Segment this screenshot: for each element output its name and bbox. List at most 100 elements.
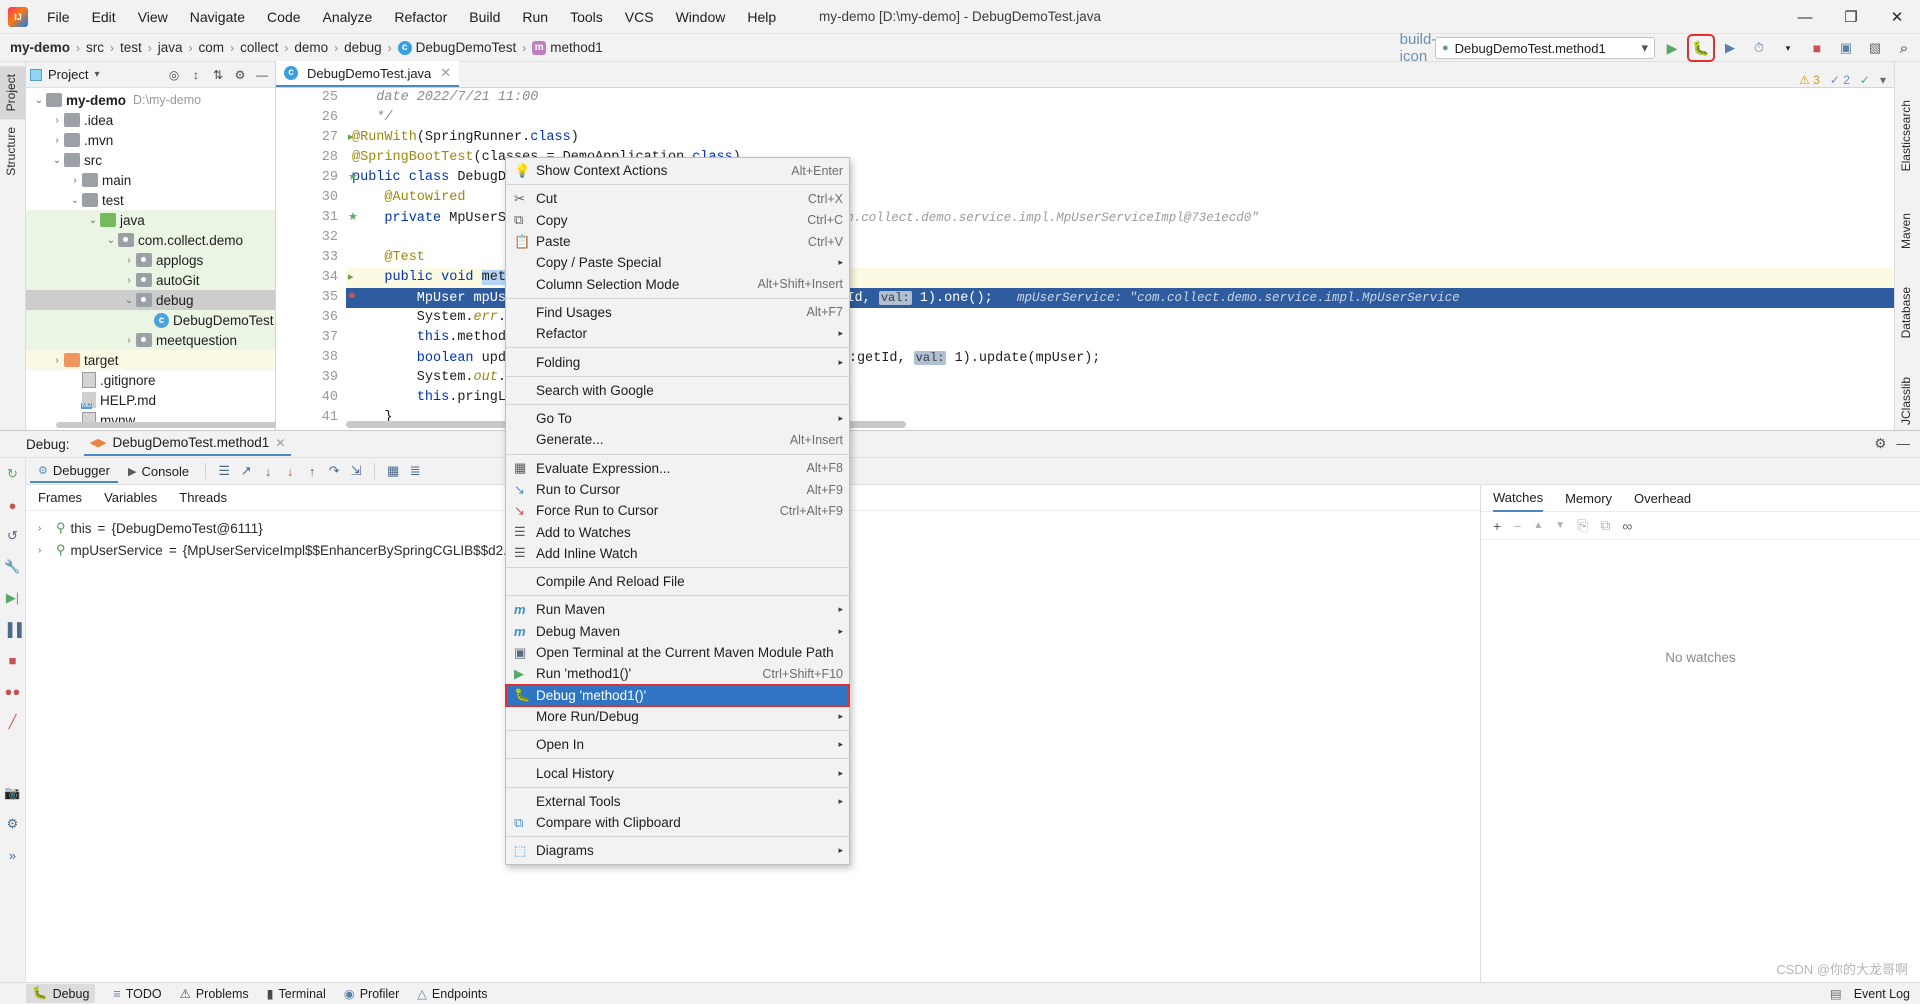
camera-icon[interactable]: 📷	[3, 783, 23, 803]
menu-build[interactable]: Build	[458, 5, 511, 29]
chevron-down-icon[interactable]: ⌄	[32, 95, 46, 106]
tab-frames[interactable]: Frames	[38, 490, 82, 505]
copy-watch-icon[interactable]: ⧉	[1600, 517, 1610, 534]
chevron-down-icon[interactable]: ⌄	[50, 155, 64, 166]
context-menu-item-go-to[interactable]: Go To ▸	[506, 408, 849, 429]
context-menu-item-more-run-debug[interactable]: More Run/Debug ▸	[506, 706, 849, 727]
run-to-cursor-icon[interactable]: ⇲	[346, 461, 366, 481]
tool-window-project[interactable]: Project	[0, 66, 26, 120]
editor-context-menu[interactable]: 💡 Show Context Actions Alt+Enter ✂ Cut Ctrl+X…	[505, 157, 850, 865]
step-into-icon[interactable]: ↓	[258, 461, 278, 481]
status-item-terminal[interactable]: ▮ Terminal	[267, 986, 326, 1002]
status-item-problems[interactable]: ⚠ Problems	[180, 986, 249, 1002]
tree-item--idea[interactable]: › .idea	[26, 110, 275, 130]
context-menu-item-run-method1[interactable]: ▶ Run 'method1()' Ctrl+Shift+F10	[506, 663, 849, 684]
move-up-icon[interactable]: ▲	[1533, 520, 1543, 531]
mute-icon[interactable]: ≣	[405, 461, 425, 481]
chevron-right-icon[interactable]: ›	[38, 523, 50, 534]
tool-window-maven[interactable]: Maven	[1895, 205, 1920, 257]
expand-all-icon[interactable]: ↕	[187, 68, 205, 82]
tree-item-autogit[interactable]: › autoGit	[26, 270, 275, 290]
context-menu-item-compile-and-reload-file[interactable]: Compile And Reload File	[506, 571, 849, 592]
tab-overhead[interactable]: Overhead	[1634, 491, 1691, 506]
annotation-gutter-icon[interactable]: ★	[348, 170, 358, 184]
chevron-down-icon[interactable]: ⌄	[122, 295, 136, 306]
chevron-right-icon[interactable]: ›	[50, 135, 64, 146]
tool-window-elasticsearch[interactable]: Elasticsearch	[1895, 92, 1920, 179]
chevron-right-icon[interactable]: ›	[38, 545, 50, 556]
context-menu-item-run-maven[interactable]: m Run Maven ▸	[506, 599, 849, 620]
build-icon[interactable]: build-icon	[1400, 31, 1437, 65]
tree-item--gitignore[interactable]: .gitignore	[26, 370, 275, 390]
gutter-markers[interactable]: ▸ ★ ★ ▸ ●	[346, 88, 368, 430]
context-menu-item-evaluate-expression[interactable]: ▦ Evaluate Expression... Alt+F8	[506, 458, 849, 479]
hide-icon[interactable]: —	[253, 68, 271, 82]
tree-item-my-demo[interactable]: ⌄ my-demo D:\my-demo	[26, 90, 275, 110]
context-menu-item-search-with-google[interactable]: Search with Google	[506, 380, 849, 401]
status-item-endpoints[interactable]: △ Endpoints	[417, 986, 487, 1002]
tab-threads[interactable]: Threads	[179, 490, 227, 505]
layout-icon[interactable]: ▣	[1834, 36, 1858, 60]
tree-item-help-md[interactable]: HELP.md	[26, 390, 275, 410]
debug-session-tab[interactable]: ◀▶ DebugDemoTest.method1 ✕	[83, 432, 292, 456]
debugger-toolbar[interactable]: ⚙ Debugger ▶ Console ☰ ↗ ↓ ↓ ↑ ↷ ⇲ ▦ ≣	[26, 458, 1920, 485]
context-menu-item-local-history[interactable]: Local History ▸	[506, 762, 849, 783]
chevron-down-icon[interactable]: ▾	[1641, 40, 1648, 56]
tab-console[interactable]: ▶ Console	[120, 461, 197, 482]
watches-toolbar[interactable]: + − ▲ ▼ ⎘ ⧉ ∞	[1481, 512, 1920, 540]
chevron-down-icon[interactable]: ▾	[1880, 73, 1886, 87]
status-item-todo[interactable]: ≡ TODO	[113, 987, 161, 1001]
maximize-button[interactable]: ❐	[1828, 0, 1874, 34]
evaluate-icon[interactable]: ▦	[383, 461, 403, 481]
run-configuration-selector[interactable]: ● DebugDemoTest.method1 ▾	[1435, 37, 1655, 59]
breadcrumb-item-java[interactable]: java	[158, 40, 183, 55]
inspection-ok-icon[interactable]: ✓	[1860, 73, 1870, 87]
debug-side-toolbar[interactable]: ↻ ● ↺ 🔧 ▶| ▐▐ ■ ●● ╱ 📷 ⚙ »	[0, 458, 26, 982]
chevron-down-icon[interactable]: ⌄	[86, 215, 100, 226]
run-button[interactable]: ▶	[1660, 36, 1684, 60]
mute-breakpoints-icon[interactable]: ╱	[3, 712, 23, 732]
expand-icon[interactable]: »	[3, 845, 23, 865]
tree-item-main[interactable]: › main	[26, 170, 275, 190]
context-menu-item-open-terminal-at-the-current-maven-module-path[interactable]: ▣ Open Terminal at the Current Maven Modu…	[506, 642, 849, 663]
breadcrumb-item-my-demo[interactable]: my-demo	[10, 40, 70, 55]
list-icon[interactable]: ☰	[214, 461, 234, 481]
menu-edit[interactable]: Edit	[81, 5, 127, 29]
force-step-into-icon[interactable]: ↓	[280, 461, 300, 481]
context-menu-item-external-tools[interactable]: External Tools ▸	[506, 791, 849, 812]
tool-window-structure[interactable]: Structure	[0, 119, 26, 184]
watches-tab-bar[interactable]: Watches Memory Overhead	[1481, 485, 1920, 512]
context-menu-item-generate[interactable]: Generate... Alt+Insert	[506, 429, 849, 450]
edit-watch-icon[interactable]: ⎘	[1577, 517, 1588, 534]
chevron-right-icon[interactable]: ›	[50, 115, 64, 126]
step-out-icon[interactable]: ↑	[302, 461, 322, 481]
window-controls[interactable]: — ❐ ✕	[1782, 0, 1920, 34]
context-menu-item-cut[interactable]: ✂ Cut Ctrl+X	[506, 188, 849, 209]
annotation-gutter-icon[interactable]: ★	[348, 210, 358, 224]
minimize-icon[interactable]: —	[1897, 436, 1911, 452]
step-over-icon[interactable]: ↗	[236, 461, 256, 481]
tool-window-jclasslib[interactable]: JClasslib	[1895, 369, 1920, 433]
tree-item-com-collect-demo[interactable]: ⌄ com.collect.demo	[26, 230, 275, 250]
tab-variables[interactable]: Variables	[104, 490, 157, 505]
locate-icon[interactable]: ◎	[165, 68, 183, 82]
tab-debugger[interactable]: ⚙ Debugger	[30, 460, 118, 483]
menu-refactor[interactable]: Refactor	[383, 5, 458, 29]
resume-icon[interactable]: ▶|	[3, 588, 23, 608]
context-menu-item-paste[interactable]: 📋 Paste Ctrl+V	[506, 231, 849, 252]
stop-icon[interactable]: ■	[3, 650, 23, 670]
context-menu-item-find-usages[interactable]: Find Usages Alt+F7	[506, 302, 849, 323]
event-log-button[interactable]: Event Log	[1854, 987, 1910, 1001]
main-menu-bar[interactable]: File Edit View Navigate Code Analyze Refactor B…	[36, 0, 787, 34]
run-test-gutter-icon[interactable]: ▸	[348, 270, 354, 284]
status-item-profiler[interactable]: ◉ Profiler	[344, 986, 400, 1002]
context-menu-item-add-inline-watch[interactable]: ☰ Add Inline Watch	[506, 543, 849, 564]
breadcrumb[interactable]: my-demo › src › test › java › com › collect › demo › d…	[10, 40, 603, 55]
tree-item-debug[interactable]: ⌄ debug	[26, 290, 275, 310]
menu-window[interactable]: Window	[665, 5, 737, 29]
breadcrumb-item-debug[interactable]: debug	[344, 40, 382, 55]
tree-item-applogs[interactable]: › applogs	[26, 250, 275, 270]
breadcrumb-item-com[interactable]: com	[199, 40, 225, 55]
close-icon[interactable]: ✕	[440, 65, 451, 81]
settings-icon[interactable]: ⚙	[231, 68, 249, 82]
